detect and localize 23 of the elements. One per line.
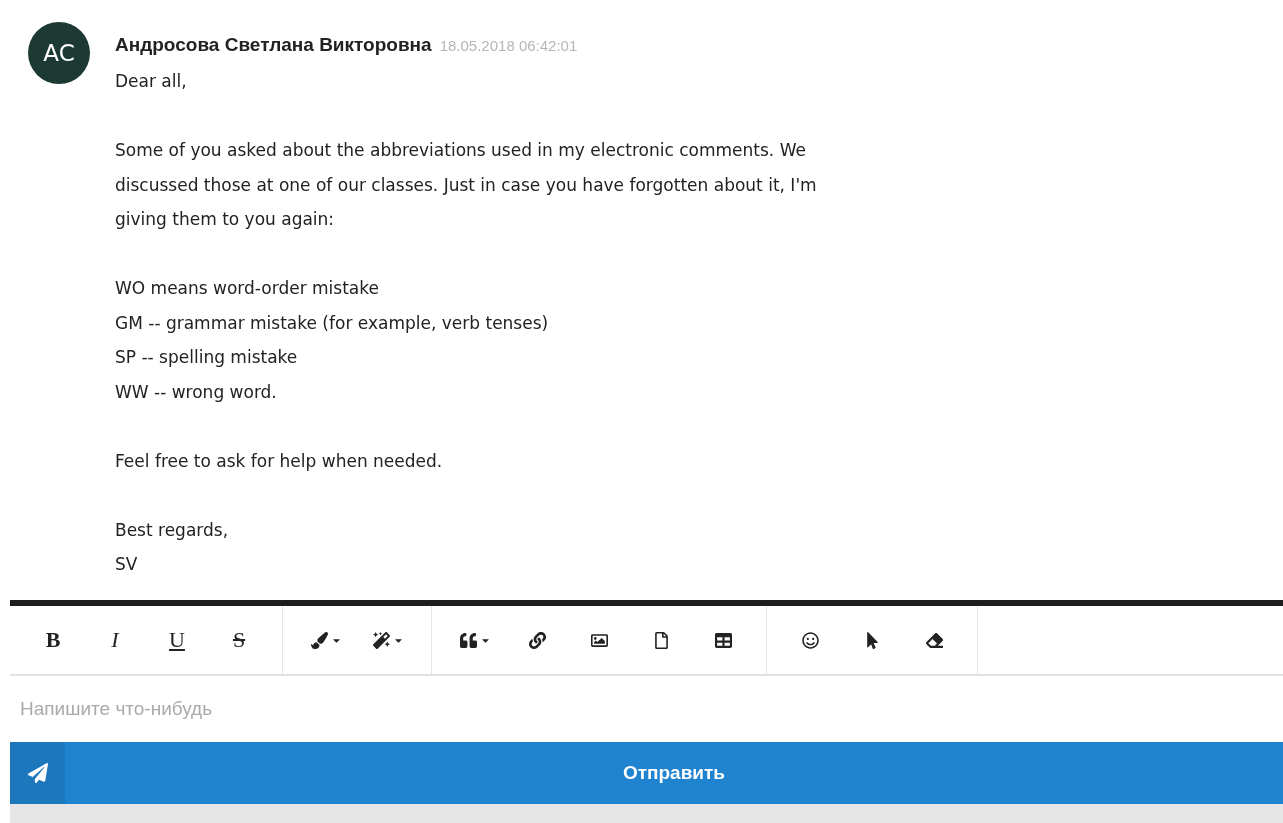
message-paragraph: Best regards, SV	[115, 518, 230, 576]
wand-icon	[372, 631, 390, 649]
format-button[interactable]: B	[22, 620, 84, 660]
eraser-icon	[925, 631, 943, 649]
quote-icon	[459, 631, 477, 649]
message-paragraph: Some of you asked about the abbreviations used in my electronic comments. We discussed those at one of our classes. Just in case you have forgotten about it, I'm giving them to you again:	[115, 139, 817, 231]
avatar: AC	[28, 22, 90, 84]
file-icon	[652, 631, 670, 649]
image-icon	[590, 631, 608, 649]
format-button[interactable]: S	[208, 620, 270, 660]
brush-icon	[310, 631, 328, 649]
format-button[interactable]: U	[146, 620, 208, 660]
table-icon	[714, 631, 732, 649]
format-button[interactable]: I	[84, 620, 146, 660]
message-paragraph: WO means word-order mistake GM -- grammar mistake (for example, verb tenses) SP -- spelling mistake WW -- wrong word.	[115, 277, 550, 404]
message-time: 18.05.2018 06:42:01	[439, 37, 578, 54]
link-icon	[528, 631, 546, 649]
message-paragraph: Feel free to ask for help when needed.	[115, 449, 444, 473]
message-paragraph: Dear all,	[115, 70, 188, 93]
send-button[interactable]: Отправить	[10, 742, 1283, 804]
send-icon	[27, 763, 48, 783]
author-name: Андросова Светлана Викторовна	[115, 34, 432, 56]
smiley-icon	[801, 631, 819, 649]
